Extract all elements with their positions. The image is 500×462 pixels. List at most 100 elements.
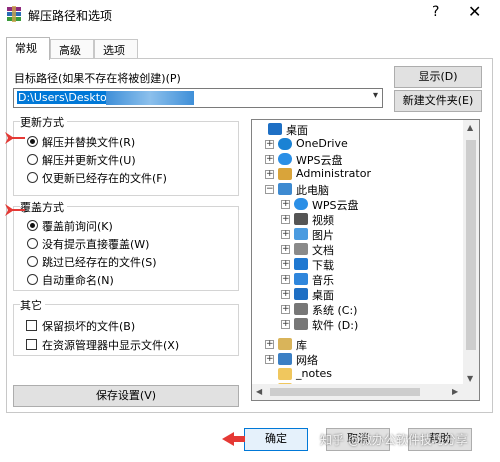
- help-title-button[interactable]: ?: [432, 4, 439, 20]
- tree-node-label: 软件 (D:): [312, 319, 359, 332]
- folder-tree[interactable]: 桌面 + OneDrive + WPS云盘 + Administrator − 此电脑 + WPS云…: [251, 119, 480, 401]
- winrar-app-icon: [7, 6, 21, 22]
- drive-icon: [294, 303, 308, 315]
- path-blurred-segment: [106, 91, 194, 105]
- tree-node-label: _notes: [296, 367, 333, 380]
- tree-horizontal-scroll-thumb[interactable]: [270, 388, 420, 396]
- checkbox-keep-broken-files-label[interactable]: 保留损坏的文件(B): [42, 318, 135, 334]
- library-icon: [278, 338, 292, 350]
- radio-overwrite-no-prompt-label[interactable]: 没有提示直接覆盖(W): [42, 236, 149, 252]
- expand-icon[interactable]: +: [281, 290, 290, 299]
- tree-node-label: 视频: [312, 214, 334, 227]
- computer-icon: [278, 183, 292, 195]
- show-button[interactable]: 显示(D): [394, 66, 482, 88]
- music-folder-icon: [294, 273, 308, 285]
- expand-icon[interactable]: +: [281, 245, 290, 254]
- tree-vertical-scroll-thumb[interactable]: [466, 140, 476, 350]
- new-folder-button[interactable]: 新建文件夹(E): [394, 90, 482, 112]
- radio-skip-existing-label[interactable]: 跳过已经存在的文件(S): [42, 254, 157, 270]
- expand-icon[interactable]: +: [265, 140, 274, 149]
- expand-icon[interactable]: +: [265, 155, 274, 164]
- tree-node-label: 此电脑: [296, 184, 329, 197]
- radio-auto-rename-label[interactable]: 自动重命名(N): [42, 272, 114, 288]
- tree-vertical-scrollbar[interactable]: ▲ ▼: [463, 120, 479, 385]
- drive-icon: [294, 318, 308, 330]
- radio-ask-before-overwrite[interactable]: [27, 220, 38, 231]
- desktop-icon: [268, 123, 282, 135]
- annotation-arrow-icon: [5, 132, 25, 144]
- radio-update-existing[interactable]: [27, 172, 38, 183]
- scroll-up-icon[interactable]: ▲: [467, 123, 473, 132]
- network-icon: [278, 353, 292, 365]
- tree-node-label: 图片: [312, 229, 334, 242]
- tree-node-label: 音乐: [312, 274, 334, 287]
- wps-cloud-icon: [278, 153, 292, 165]
- annotation-arrow-icon: [5, 204, 25, 216]
- collapse-icon[interactable]: −: [265, 185, 274, 194]
- close-window-button[interactable]: ✕: [468, 2, 481, 21]
- checkbox-show-in-explorer-label[interactable]: 在资源管理器中显示文件(X): [42, 337, 179, 353]
- tree-node-label: WPS云盘: [296, 154, 343, 167]
- expand-icon[interactable]: +: [281, 305, 290, 314]
- tree-node-label: 网络: [296, 354, 318, 367]
- folder-icon: [278, 368, 292, 380]
- video-folder-icon: [294, 213, 308, 225]
- radio-overwrite-no-prompt[interactable]: [27, 238, 38, 249]
- expand-icon[interactable]: +: [281, 200, 290, 209]
- wps-cloud-icon: [294, 198, 308, 210]
- tree-node-label: 文档: [312, 244, 334, 257]
- path-value: D:\Users\Desktop\: [17, 91, 119, 104]
- tree-horizontal-scrollbar[interactable]: ◀ ▶: [252, 384, 479, 400]
- scroll-down-icon[interactable]: ▼: [467, 374, 473, 383]
- user-icon: [278, 168, 292, 180]
- radio-auto-rename[interactable]: [27, 274, 38, 285]
- tree-node-label: 桌面: [286, 124, 308, 137]
- tree-node-label: 系统 (C:): [312, 304, 358, 317]
- expand-icon[interactable]: +: [281, 260, 290, 269]
- tree-node-label: 下载: [312, 259, 334, 272]
- scroll-left-icon[interactable]: ◀: [256, 387, 262, 396]
- desktop-icon: [294, 288, 308, 300]
- tree-node-label: OneDrive: [296, 137, 348, 150]
- expand-icon[interactable]: +: [281, 230, 290, 239]
- expand-icon[interactable]: +: [265, 355, 274, 364]
- title-bar: 解压路径和选项 ? ✕: [0, 0, 500, 30]
- ok-button[interactable]: 确定: [244, 428, 308, 451]
- onedrive-cloud-icon: [278, 138, 292, 150]
- tab-options[interactable]: 选项: [94, 39, 138, 59]
- pictures-folder-icon: [294, 228, 308, 240]
- radio-extract-update-label[interactable]: 解压并更新文件(U): [42, 152, 136, 168]
- downloads-folder-icon: [294, 258, 308, 270]
- chevron-down-icon[interactable]: ▾: [373, 90, 378, 101]
- tab-advanced[interactable]: 高级: [50, 39, 94, 59]
- tab-general[interactable]: 常规: [6, 37, 50, 60]
- radio-skip-existing[interactable]: [27, 256, 38, 267]
- save-settings-button[interactable]: 保存设置(V): [13, 385, 239, 407]
- expand-icon[interactable]: +: [265, 170, 274, 179]
- expand-icon[interactable]: +: [265, 340, 274, 349]
- scroll-right-icon[interactable]: ▶: [452, 387, 458, 396]
- path-label: 目标路径(如果不存在将被创建)(P): [14, 72, 181, 85]
- tree-node-label: Administrator: [296, 167, 371, 180]
- expand-icon[interactable]: +: [281, 320, 290, 329]
- window-title: 解压路径和选项: [28, 9, 113, 23]
- misc-title: 其它: [20, 297, 45, 313]
- tree-node-label: 库: [296, 339, 307, 352]
- radio-extract-update[interactable]: [27, 154, 38, 165]
- radio-extract-replace-label[interactable]: 解压并替换文件(R): [42, 134, 135, 150]
- checkbox-keep-broken-files[interactable]: [26, 320, 37, 331]
- documents-folder-icon: [294, 243, 308, 255]
- update-mode-title: 更新方式: [20, 114, 67, 130]
- expand-icon[interactable]: +: [281, 275, 290, 284]
- checkbox-show-in-explorer[interactable]: [26, 339, 37, 350]
- tree-node-label: 桌面: [312, 289, 334, 302]
- watermark-text: 知乎 @微办公软件技巧分享: [320, 433, 468, 447]
- expand-icon[interactable]: +: [281, 215, 290, 224]
- radio-update-existing-label[interactable]: 仅更新已经存在的文件(F): [42, 170, 167, 186]
- tree-node-label: WPS云盘: [312, 199, 359, 212]
- overwrite-mode-title: 覆盖方式: [20, 199, 67, 215]
- annotation-arrow-icon: [222, 432, 245, 446]
- radio-ask-before-overwrite-label[interactable]: 覆盖前询问(K): [42, 218, 113, 234]
- destination-path-combobox[interactable]: D:\Users\Desktop\ ▾: [13, 88, 383, 108]
- radio-extract-replace[interactable]: [27, 136, 38, 147]
